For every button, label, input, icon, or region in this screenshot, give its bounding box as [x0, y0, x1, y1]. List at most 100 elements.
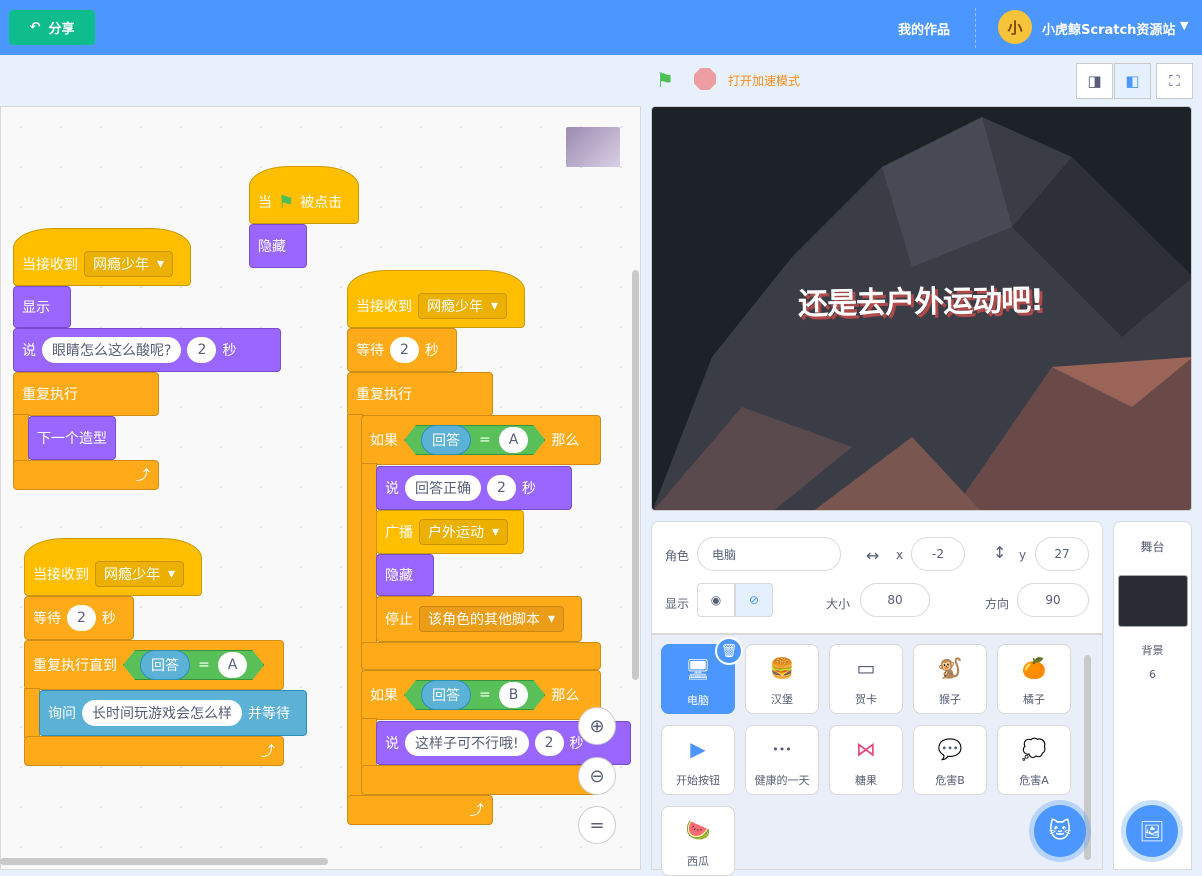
- large-stage-button[interactable]: ◧: [1114, 63, 1151, 99]
- delete-sprite-button[interactable]: 🗑: [715, 637, 743, 665]
- say-text-input[interactable]: 这样子可不行哦!: [405, 730, 529, 756]
- stage-canvas[interactable]: 还是去户外运动吧!: [651, 106, 1192, 511]
- if-then-block[interactable]: 如果 回答 = A 那么: [361, 415, 601, 465]
- small-stage-button[interactable]: ◨: [1076, 63, 1113, 99]
- cat-icon: 🐱: [1048, 818, 1072, 844]
- show-visible-button[interactable]: ◉: [697, 583, 735, 617]
- message-dropdown[interactable]: 网瘾少年 ▾: [95, 561, 185, 587]
- wait-block[interactable]: 等待 2 秒: [24, 596, 134, 640]
- loop-arrow-icon: ⤴: [470, 803, 484, 819]
- equals-operator[interactable]: 回答 = A: [123, 650, 264, 680]
- menu-divider: [975, 8, 976, 48]
- say-text-input[interactable]: 眼睛怎么这么酸呢?: [42, 337, 182, 363]
- sprite-tile[interactable]: 🐒 猴子: [913, 644, 987, 714]
- hide-block[interactable]: 隐藏: [376, 554, 434, 596]
- sprite-tile[interactable]: ▶ 开始按钮: [661, 725, 735, 795]
- stop-dropdown[interactable]: 该角色的其他脚本 ▾: [419, 606, 565, 632]
- share-button[interactable]: ↶ 分享: [9, 10, 95, 45]
- speech-bubble-icon: 💬: [937, 737, 963, 761]
- equals-operator[interactable]: 回答 = B: [404, 680, 545, 710]
- repeat-arm: [24, 688, 40, 738]
- fullscreen-button[interactable]: ⛶: [1156, 63, 1193, 99]
- stop-button[interactable]: [694, 68, 716, 90]
- if-then-block[interactable]: 如果 回答 = B 那么: [361, 670, 601, 720]
- code-horizontal-scrollbar[interactable]: [0, 858, 328, 865]
- equals-operator[interactable]: 回答 = A: [404, 425, 545, 455]
- watermelon-icon: 🍉: [685, 818, 711, 842]
- sprite-tile[interactable]: ▭ 贺卡: [829, 644, 903, 714]
- forever-block[interactable]: 重复执行: [347, 372, 493, 416]
- answer-reporter[interactable]: 回答: [140, 650, 190, 680]
- chevron-down-icon[interactable]: ▼: [1180, 19, 1188, 32]
- say-for-secs-block[interactable]: 说 回答正确 2 秒: [376, 466, 572, 510]
- when-receive-block[interactable]: 当接收到 网瘾少年 ▾: [13, 228, 191, 286]
- compare-input[interactable]: A: [218, 652, 248, 678]
- answer-reporter[interactable]: 回答: [421, 680, 471, 710]
- when-flag-clicked-block[interactable]: 当 ⚑ 被点击: [249, 166, 359, 224]
- large-stage-icon: ◧: [1125, 72, 1140, 90]
- show-hidden-button[interactable]: ⊘: [735, 583, 773, 617]
- secs-input[interactable]: 2: [187, 337, 217, 363]
- my-works-link[interactable]: 我的作品: [898, 19, 950, 38]
- sprite-tile[interactable]: 🍔 汉堡: [745, 644, 819, 714]
- when-receive-block[interactable]: 当接收到 网瘾少年 ▾: [347, 270, 525, 328]
- secs-input[interactable]: 2: [534, 730, 564, 756]
- next-costume-block[interactable]: 下一个造型: [28, 416, 116, 460]
- repeat-end: ⤴: [24, 736, 284, 766]
- ask-and-wait-block[interactable]: 询问 长时间玩游戏会怎么样 并等待: [39, 690, 307, 736]
- caret-icon: ▾: [157, 256, 165, 272]
- repeat-until-block[interactable]: 重复执行直到 回答 = A: [24, 640, 284, 690]
- healthy-day-icon: •••: [772, 742, 792, 756]
- image-add-icon: 🖼: [1139, 819, 1165, 843]
- show-block[interactable]: 显示: [13, 286, 71, 328]
- sprite-name-input[interactable]: 电脑: [697, 537, 841, 571]
- say-for-secs-block[interactable]: 说 眼睛怎么这么酸呢? 2 秒: [13, 328, 281, 372]
- zoom-out-button[interactable]: ⊖: [578, 757, 616, 795]
- sprite-tile[interactable]: ••• 健康的一天: [745, 725, 819, 795]
- avatar[interactable]: 小: [998, 10, 1032, 44]
- green-flag-button[interactable]: ⚑: [656, 68, 674, 92]
- green-flag-icon: ⚑: [278, 191, 295, 213]
- wait-block[interactable]: 等待 2 秒: [347, 328, 457, 372]
- size-input[interactable]: 80: [860, 583, 930, 617]
- sprite-tile[interactable]: 💭 危害A: [997, 725, 1071, 795]
- code-vertical-scrollbar[interactable]: [632, 270, 639, 680]
- zoom-reset-button[interactable]: =: [578, 806, 616, 844]
- hide-block[interactable]: 隐藏: [249, 224, 307, 268]
- answer-reporter[interactable]: 回答: [421, 425, 471, 455]
- zoom-in-button[interactable]: ⊕: [578, 707, 616, 745]
- ask-text-input[interactable]: 长时间玩游戏会怎么样: [82, 700, 242, 726]
- wait-secs-input[interactable]: 2: [390, 337, 419, 363]
- broadcast-dropdown[interactable]: 户外运动 ▾: [419, 519, 509, 545]
- x-input[interactable]: -2: [911, 537, 965, 571]
- when-receive-block[interactable]: 当接收到 网瘾少年 ▾: [24, 538, 202, 596]
- forever-block[interactable]: 重复执行: [13, 372, 159, 416]
- compare-input[interactable]: A: [499, 427, 529, 453]
- turbo-mode-toggle[interactable]: 打开加速模式: [728, 72, 800, 89]
- x-label: x: [896, 548, 904, 562]
- wait-secs-input[interactable]: 2: [67, 605, 96, 631]
- stage-text: 还是去户外运动吧!: [797, 283, 1044, 323]
- sprite-tile[interactable]: ⋈ 糖果: [829, 725, 903, 795]
- add-backdrop-button[interactable]: 🖼: [1126, 805, 1178, 857]
- burger-icon: 🍔: [769, 656, 795, 680]
- backdrop-thumbnail[interactable]: [1118, 575, 1188, 627]
- compare-input[interactable]: B: [499, 682, 529, 708]
- sprite-tile[interactable]: 💬 危害B: [913, 725, 987, 795]
- add-sprite-button[interactable]: 🐱: [1034, 805, 1086, 857]
- message-dropdown[interactable]: 网瘾少年 ▾: [418, 293, 508, 319]
- sprite-thumbnail: [566, 127, 620, 167]
- secs-input[interactable]: 2: [487, 475, 516, 501]
- caret-icon: ▾: [492, 524, 500, 540]
- say-text-input[interactable]: 回答正确: [405, 475, 481, 501]
- direction-input[interactable]: 90: [1017, 583, 1089, 617]
- stop-block[interactable]: 停止 该角色的其他脚本 ▾: [376, 596, 582, 642]
- user-name[interactable]: 小虎鲸Scratch资源站: [1042, 19, 1175, 38]
- orange-icon: 🍊: [1021, 656, 1047, 680]
- broadcast-block[interactable]: 广播 户外运动 ▾: [376, 510, 524, 554]
- message-dropdown[interactable]: 网瘾少年 ▾: [84, 251, 174, 277]
- sprite-tile[interactable]: 🍊 橘子: [997, 644, 1071, 714]
- forever-end: ⤴: [13, 460, 159, 490]
- y-input[interactable]: 27: [1035, 537, 1089, 571]
- sprite-tile[interactable]: 🍉 西瓜: [661, 806, 735, 876]
